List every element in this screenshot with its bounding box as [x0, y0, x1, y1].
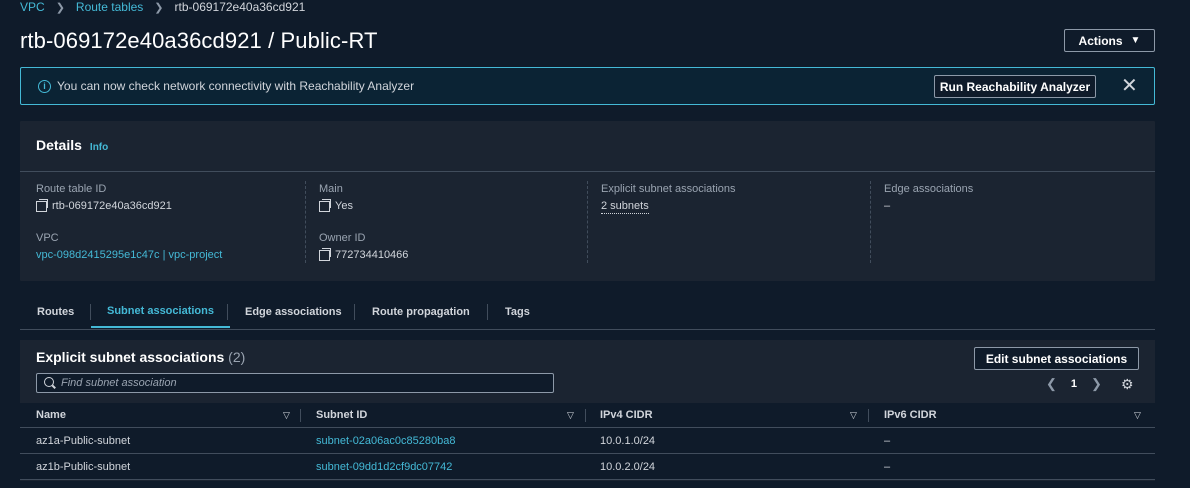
- info-icon: i: [38, 80, 51, 93]
- reachability-banner: i You can now check network connectivity…: [20, 67, 1155, 105]
- close-icon[interactable]: ✕: [1121, 74, 1138, 98]
- tab-tags[interactable]: Tags: [505, 296, 530, 328]
- chevron-right-icon[interactable]: ❯: [1091, 376, 1102, 392]
- edit-subnet-associations-button[interactable]: Edit subnet associations: [974, 347, 1139, 370]
- column-header-subnet-id[interactable]: Subnet ID: [316, 403, 367, 427]
- vpc-link[interactable]: vpc-098d2415295e1c47c | vpc-project: [36, 249, 222, 261]
- search-icon: [44, 377, 54, 387]
- column-separator[interactable]: [868, 409, 869, 422]
- main-label: Main: [319, 183, 343, 195]
- chevron-right-icon: ❯: [154, 1, 164, 14]
- actions-button-label: Actions: [1078, 33, 1123, 48]
- gear-icon[interactable]: ⚙: [1121, 376, 1134, 393]
- table-title-text: Explicit subnet associations: [36, 349, 225, 365]
- cell-subnet-id-link[interactable]: subnet-09dd1d2cf9dc07742: [316, 454, 452, 479]
- cell-ipv4-cidr: 10.0.2.0/24: [600, 460, 656, 473]
- divider: [20, 171, 1155, 172]
- details-header: Details Info: [36, 137, 108, 153]
- column-divider: [305, 181, 306, 263]
- run-reachability-analyzer-button[interactable]: Run Reachability Analyzer: [934, 75, 1096, 98]
- edge-associations-value: –: [884, 200, 891, 212]
- tab-separator: [227, 304, 228, 320]
- breadcrumb-route-tables-link[interactable]: Route tables: [76, 0, 143, 14]
- banner-message: You can now check network connectivity w…: [57, 79, 415, 93]
- main-value-row: Yes: [319, 198, 408, 212]
- sort-icon[interactable]: ▽: [283, 403, 290, 427]
- column-divider: [587, 181, 588, 263]
- details-heading: Details: [36, 137, 82, 153]
- explicit-subnet-associations-value-row: 2 subnets: [601, 200, 736, 214]
- table-header: Name ▽ Subnet ID ▽ IPv4 CIDR ▽ IPv6 CIDR…: [20, 403, 1155, 428]
- breadcrumb-current: rtb-069172e40a36cd921: [174, 0, 306, 14]
- table-row: az1b-Public-subnet subnet-09dd1d2cf9dc07…: [20, 454, 1155, 480]
- details-col-4: Edge associations –: [884, 183, 973, 212]
- caret-down-icon: ▼: [1130, 35, 1141, 46]
- owner-id-value-row: 772734410466: [319, 247, 409, 261]
- details-panel: Details Info Route table ID rtb-069172e4…: [20, 121, 1155, 281]
- details-col-3: Explicit subnet associations 2 subnets: [601, 183, 736, 214]
- tab-separator: [354, 304, 355, 320]
- explicit-subnets-link[interactable]: 2 subnets: [601, 200, 649, 214]
- owner-id-value: 772734410466: [335, 249, 409, 261]
- owner-id-label: Owner ID: [319, 232, 366, 244]
- tab-route-propagation[interactable]: Route propagation: [372, 296, 470, 328]
- chevron-right-icon: ❯: [55, 1, 65, 14]
- copy-icon[interactable]: [36, 198, 48, 212]
- page-title: rtb-069172e40a36cd921 / Public-RT: [20, 28, 378, 53]
- copy-icon[interactable]: [319, 198, 331, 212]
- page-number[interactable]: 1: [1071, 378, 1077, 390]
- sort-icon[interactable]: ▽: [1134, 403, 1141, 427]
- cell-name: az1b-Public-subnet: [36, 460, 131, 473]
- copy-icon[interactable]: [319, 247, 331, 261]
- cell-ipv6-cidr: –: [884, 434, 891, 447]
- cell-name: az1a-Public-subnet: [36, 434, 131, 447]
- vpc-label: VPC: [36, 232, 59, 244]
- route-table-id-value-row: rtb-069172e40a36cd921: [36, 198, 222, 212]
- route-table-page: VPC ❯ Route tables ❯ rtb-069172e40a36cd9…: [0, 0, 1190, 488]
- column-header-ipv4-cidr[interactable]: IPv4 CIDR: [600, 403, 653, 427]
- route-table-id-label: Route table ID: [36, 183, 107, 195]
- sort-icon[interactable]: ▽: [567, 403, 574, 427]
- tab-separator: [487, 304, 488, 320]
- explicit-subnet-associations-panel: Explicit subnet associations (2) Edit su…: [20, 340, 1155, 481]
- info-link[interactable]: Info: [90, 142, 108, 153]
- search-input[interactable]: [61, 375, 541, 391]
- details-col-1: Route table ID rtb-069172e40a36cd921 VPC…: [36, 183, 222, 261]
- vpc-value-row: vpc-098d2415295e1c47c | vpc-project: [36, 249, 222, 261]
- explicit-subnet-associations-label: Explicit subnet associations: [601, 183, 736, 195]
- tab-routes[interactable]: Routes: [37, 296, 74, 328]
- breadcrumb: VPC ❯ Route tables ❯ rtb-069172e40a36cd9…: [20, 0, 305, 14]
- column-header-name[interactable]: Name: [36, 403, 66, 427]
- pagination: ❮ 1 ❯: [1046, 376, 1102, 392]
- column-separator[interactable]: [585, 409, 586, 422]
- column-divider: [870, 181, 871, 263]
- search-field[interactable]: [36, 373, 554, 393]
- cell-subnet-id-link[interactable]: subnet-02a06ac0c85280ba8: [316, 428, 455, 453]
- details-col-2: Main Yes Owner ID 772734410466: [319, 183, 408, 261]
- tab-subnet-associations[interactable]: Subnet associations: [91, 296, 230, 328]
- cell-ipv6-cidr: –: [884, 460, 891, 473]
- breadcrumb-vpc-link[interactable]: VPC: [20, 0, 45, 14]
- cell-ipv4-cidr: 10.0.1.0/24: [600, 434, 656, 447]
- table-count: (2): [228, 349, 246, 365]
- sort-icon[interactable]: ▽: [850, 403, 857, 427]
- tab-bar: Routes Subnet associations Edge associat…: [20, 296, 1155, 330]
- tab-edge-associations[interactable]: Edge associations: [245, 296, 342, 328]
- column-header-ipv6-cidr[interactable]: IPv6 CIDR: [884, 403, 937, 427]
- edge-associations-label: Edge associations: [884, 183, 974, 195]
- table-title: Explicit subnet associations (2): [36, 349, 245, 365]
- table-row: az1a-Public-subnet subnet-02a06ac0c85280…: [20, 428, 1155, 454]
- actions-button[interactable]: Actions ▼: [1064, 29, 1155, 52]
- main-value: Yes: [335, 200, 353, 212]
- chevron-left-icon[interactable]: ❮: [1046, 376, 1057, 392]
- column-separator[interactable]: [300, 409, 301, 422]
- route-table-id-value: rtb-069172e40a36cd921: [52, 200, 172, 212]
